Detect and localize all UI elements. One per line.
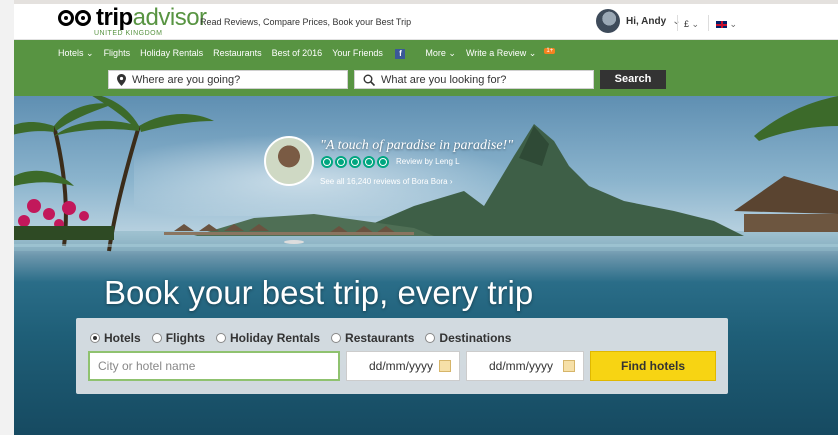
radio-icon	[151, 333, 162, 343]
tab-flights-label: Flights	[165, 331, 206, 345]
nav-write-review[interactable]: Write a Review ⌄ 1+	[466, 48, 565, 59]
where-input[interactable]: Where are you going?	[108, 70, 348, 89]
tab-flights[interactable]: Flights	[151, 331, 206, 345]
tab-hotels-label: Hotels	[104, 331, 141, 345]
user-menu[interactable]: Hi, Andy ⌄	[596, 9, 681, 33]
currency-symbol: £	[684, 19, 690, 29]
radio-selected-icon	[90, 333, 100, 343]
rating-bubble-icon	[377, 156, 389, 168]
rating-bubble-icon	[335, 156, 347, 168]
currency-selector[interactable]: £ ⌄	[684, 19, 699, 30]
find-hotels-button[interactable]: Find hotels	[590, 351, 716, 381]
booking-type-tabs: Hotels Flights Holiday Rentals Restauran…	[90, 331, 522, 345]
booking-panel: Hotels Flights Holiday Rentals Restauran…	[76, 318, 728, 394]
what-input[interactable]: What are you looking for?	[354, 70, 594, 89]
avatar	[596, 9, 620, 33]
chevron-down-icon: ⌄	[691, 19, 700, 29]
nav-your-friends[interactable]: Your Friends f	[332, 48, 415, 59]
nav-holiday-rentals[interactable]: Holiday Rentals	[140, 48, 203, 59]
tab-destinations-label: Destinations	[439, 331, 512, 345]
review-quote: "A touch of paradise in paradise!"	[320, 138, 514, 153]
logo-wordmark: tripadvisor	[96, 6, 207, 30]
facebook-icon: f	[395, 48, 406, 59]
header-tagline: Read Reviews, Compare Prices, Book your …	[200, 17, 412, 27]
hero-banner: "A touch of paradise in paradise!" Revie…	[14, 96, 838, 435]
tripadvisor-logo[interactable]: tripadvisor	[58, 6, 207, 30]
where-placeholder: Where are you going?	[132, 73, 241, 86]
header-divider	[677, 15, 678, 31]
reviewer-photo	[264, 136, 314, 186]
bubble-rating	[321, 156, 389, 168]
nav-flights[interactable]: Flights	[104, 48, 131, 59]
checkin-placeholder: dd/mm/yyyy	[369, 359, 434, 373]
main-nav: Hotels ⌄ Flights Holiday Rentals Restaur…	[14, 40, 838, 70]
checkout-placeholder: dd/mm/yyyy	[489, 359, 554, 373]
nav-hotels[interactable]: Hotels ⌄	[58, 48, 94, 59]
map-pin-icon	[117, 73, 126, 86]
what-placeholder: What are you looking for?	[381, 73, 507, 86]
city-placeholder: City or hotel name	[98, 359, 196, 373]
rating-bubble-icon	[349, 156, 361, 168]
header-divider	[708, 15, 709, 31]
checkin-date-input[interactable]: dd/mm/yyyy	[346, 351, 460, 381]
nav-more[interactable]: More ⌄	[425, 48, 456, 59]
nav-best-of-2016[interactable]: Best of 2016	[272, 48, 323, 59]
search-bar: Where are you going? What are you lookin…	[14, 70, 838, 96]
review-author: Review by Leng L	[396, 157, 460, 166]
checkout-date-input[interactable]: dd/mm/yyyy	[466, 351, 584, 381]
tab-holiday-rentals[interactable]: Holiday Rentals	[216, 331, 320, 345]
site-header: tripadvisor UNITED KINGDOM Read Reviews,…	[14, 4, 838, 40]
radio-icon	[425, 333, 436, 343]
notification-badge: 1+	[544, 48, 556, 54]
calendar-icon[interactable]	[439, 360, 451, 372]
tab-destinations[interactable]: Destinations	[425, 331, 511, 345]
locale-selector[interactable]: ⌄	[716, 19, 737, 30]
hero-title: Book your best trip, every trip	[104, 274, 534, 311]
page-gutter	[0, 0, 14, 435]
nav-write-review-label: Write a Review ⌄	[465, 48, 537, 58]
user-greeting: Hi, Andy	[626, 15, 667, 27]
uk-flag-icon	[716, 21, 727, 29]
tab-restaurants-label: Restaurants	[345, 331, 415, 345]
rating-bubble-icon	[363, 156, 375, 168]
calendar-icon[interactable]	[563, 360, 575, 372]
nav-your-friends-label: Your Friends	[332, 48, 383, 58]
tab-hotels[interactable]: Hotels	[90, 331, 141, 345]
logo-region: UNITED KINGDOM	[94, 30, 163, 37]
see-all-reviews-link[interactable]: See all 16,240 reviews of Bora Bora ›	[320, 177, 453, 186]
logo-advisor: advisor	[132, 4, 207, 31]
rating-bubble-icon	[321, 156, 333, 168]
tab-restaurants[interactable]: Restaurants	[331, 331, 414, 345]
search-button[interactable]: Search	[600, 70, 666, 89]
logo-trip: trip	[96, 4, 133, 31]
chevron-down-icon: ⌄	[729, 19, 738, 29]
owl-logo-icon	[58, 7, 96, 29]
city-hotel-input[interactable]: City or hotel name	[88, 351, 340, 381]
radio-icon	[331, 333, 342, 343]
search-icon	[363, 74, 375, 86]
tab-holiday-rentals-label: Holiday Rentals	[230, 331, 321, 345]
nav-restaurants[interactable]: Restaurants	[213, 48, 262, 59]
radio-icon	[216, 333, 227, 343]
